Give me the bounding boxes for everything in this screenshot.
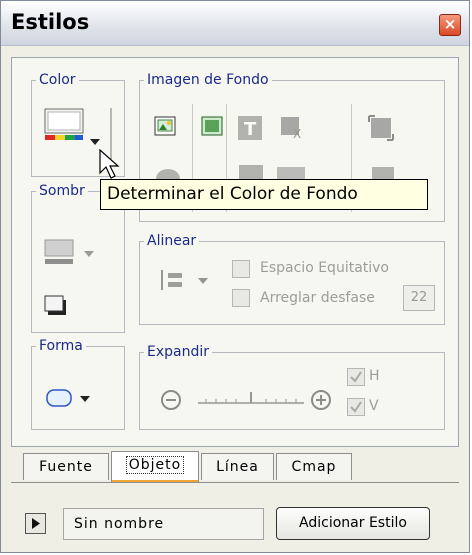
svg-text:T: T	[244, 119, 257, 140]
shape-rounded-rect-icon[interactable]	[46, 388, 96, 412]
image-insert-icon[interactable]	[154, 116, 178, 142]
shadow-icon[interactable]	[44, 295, 68, 321]
fill-color-icon[interactable]	[44, 108, 86, 146]
shape-group: Forma	[31, 338, 125, 430]
text-bg-icon[interactable]: T	[237, 115, 263, 145]
expand-h-checkbox[interactable]	[347, 368, 365, 386]
zoom-out-icon[interactable]	[160, 389, 182, 415]
play-icon[interactable]	[25, 513, 46, 534]
image-fit-icon[interactable]	[201, 116, 225, 142]
expand-group-label: Expandir	[147, 344, 210, 360]
color-group-label: Color	[39, 72, 76, 88]
tooltip: Determinar el Color de Fondo	[100, 179, 428, 210]
expand-h-label: H	[369, 368, 380, 384]
tab-fuente-label: Fuente	[39, 459, 93, 475]
shape-group-label: Forma	[39, 338, 83, 354]
expand-v-label: V	[369, 398, 379, 414]
equal-spacing-label: Espacio Equitativo	[260, 260, 390, 276]
tab-objeto-label: Objeto	[125, 456, 185, 474]
fix-offset-label: Arreglar desfase	[260, 290, 375, 306]
svg-text:X: X	[293, 127, 301, 140]
background-image-label: Imagen de Fondo	[147, 72, 269, 88]
styles-window: Estilos × Color Sombr Forma Imagen de Fo…	[0, 0, 470, 553]
align-group-label: Alinear	[147, 233, 197, 249]
tab-linea-label: Línea	[216, 459, 259, 475]
image-stretch-icon[interactable]	[368, 115, 394, 145]
title-bar[interactable]: Estilos ×	[1, 1, 469, 46]
tab-baseline	[11, 482, 459, 483]
tab-objeto[interactable]: Objeto	[111, 451, 199, 483]
shadow-group-label: Sombr	[39, 183, 85, 199]
tab-linea[interactable]: Línea	[201, 453, 274, 480]
close-icon[interactable]: ×	[439, 14, 461, 36]
window-title: Estilos	[11, 10, 90, 34]
dropdown-arrow-icon[interactable]	[90, 130, 100, 149]
expand-slider[interactable]	[196, 389, 306, 413]
zoom-in-icon[interactable]	[310, 389, 332, 415]
fix-offset-checkbox[interactable]	[232, 289, 250, 307]
tab-cmap[interactable]: Cmap	[276, 453, 352, 480]
expand-v-checkbox[interactable]	[347, 398, 365, 416]
tab-fuente[interactable]: Fuente	[23, 453, 109, 480]
align-icon[interactable]	[160, 268, 216, 296]
add-style-button[interactable]: Adicionar Estilo	[276, 507, 430, 540]
expand-group: Expandir	[139, 344, 445, 430]
image-remove-icon[interactable]: X	[280, 116, 306, 144]
object-panel: Color Sombr Forma Imagen de Fondo T X Al…	[11, 57, 459, 447]
tab-cmap-label: Cmap	[291, 459, 337, 475]
shadow-color-icon[interactable]	[44, 239, 96, 273]
offset-value-input[interactable]: 22	[403, 285, 435, 311]
style-name-field[interactable]: Sin nombre	[63, 508, 264, 540]
equal-spacing-checkbox[interactable]	[232, 260, 250, 278]
